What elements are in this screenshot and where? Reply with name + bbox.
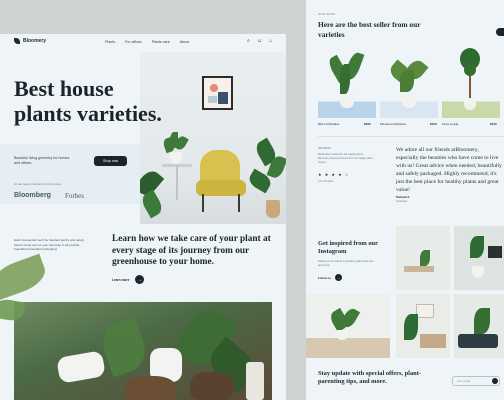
press-logos: Bloomberg Forbes <box>14 192 84 200</box>
arrow-right-icon[interactable]: → <box>334 274 342 281</box>
divider <box>318 136 504 137</box>
instagram-photo[interactable] <box>396 226 450 290</box>
nav-icons: ⌕ ☺ ⌂ <box>247 39 272 44</box>
product-card[interactable] <box>442 42 500 118</box>
rating-note: 4.9 of 5 stars <box>318 180 333 183</box>
reviews-tag: REVIEWS <box>318 146 331 150</box>
glove <box>56 350 106 384</box>
shop-now-button[interactable]: Shop now <box>94 156 127 166</box>
learn-more-label: Learn more <box>112 277 130 282</box>
product-name: Monstera Deliciosa <box>380 122 406 126</box>
instagram-photo[interactable] <box>306 294 390 358</box>
instagram-title: Get inspired from our Instagram <box>318 240 378 256</box>
logo-text: Bloomery <box>23 38 47 44</box>
bloomberg-logo: Bloomberg <box>14 192 51 199</box>
logo[interactable]: Bloomery <box>14 38 46 44</box>
shop-page: OUR SHOP Here are the best seller from o… <box>306 0 504 400</box>
user-icon[interactable]: ☺ <box>257 39 262 44</box>
product-name: Ficus Lyrata <box>442 122 459 126</box>
review-author: Pamela S <box>396 195 410 199</box>
newsletter-section: Stay update with special offers, plant-p… <box>306 362 504 400</box>
newsletter-title: Stay update with special offers, plant-p… <box>318 370 421 386</box>
instagram-photo[interactable] <box>396 294 450 358</box>
care-description: Each houseplant we'll be handled gently … <box>14 238 85 252</box>
nav-link-care[interactable]: Plants care <box>152 40 170 44</box>
nav-link-plants[interactable]: Plants <box>105 40 115 44</box>
instagram-photo[interactable] <box>454 294 504 358</box>
wall-art <box>202 76 233 110</box>
product-card[interactable] <box>380 42 438 118</box>
arrow-right-icon[interactable]: → <box>135 275 145 284</box>
gardening-photo <box>14 302 272 400</box>
press-caption: As we been mentioned in the press <box>14 182 61 186</box>
star-rating: ★ ★ ★ ★ ☆ <box>318 172 350 177</box>
follow-us-label: Follow us <box>318 275 331 280</box>
follow-us-link[interactable]: Follow us → <box>318 274 342 281</box>
top-navbar: Bloomery Plants For offices Plants care … <box>0 34 286 52</box>
product-card[interactable] <box>318 42 376 118</box>
instagram-description: Follow us for interior inspiration, plan… <box>318 260 374 267</box>
floor-pot <box>266 200 280 218</box>
submit-arrow-icon[interactable] <box>492 378 498 384</box>
instagram-section: Get inspired from our Instagram Follow u… <box>306 226 504 358</box>
home-page: Bloomery Plants For offices Plants care … <box>0 34 286 400</box>
bag-icon[interactable]: ⌂ <box>269 39 272 44</box>
bestseller-tag: OUR SHOP <box>318 12 336 16</box>
reviews-description: Read what customers are saying about Blo… <box>318 153 373 164</box>
bestseller-title: Here are the best seller from our variet… <box>318 20 421 39</box>
leaf-logo-icon <box>14 38 20 44</box>
review-author-role: Customer <box>396 200 408 203</box>
nav-links: Plants For offices Plants care About <box>105 40 189 44</box>
product-price: $120 <box>490 122 497 126</box>
carousel-next-button[interactable] <box>496 28 504 36</box>
nav-link-about[interactable]: About <box>180 40 189 44</box>
nav-link-offices[interactable]: For offices <box>125 40 142 44</box>
product-price: $290 <box>364 122 371 126</box>
hero-title: Best house plants varieties. <box>14 76 162 126</box>
product-price: $150 <box>430 122 437 126</box>
hero-subtitle: Beautiful living greenery for homes and … <box>14 156 70 165</box>
learn-more-link[interactable]: Learn more → <box>112 275 145 284</box>
forbes-logo: Forbes <box>64 192 85 200</box>
instagram-photo[interactable] <box>454 226 504 290</box>
review-quote: We adore all our friends atBloomery, esp… <box>396 147 502 193</box>
small-pot <box>170 152 182 164</box>
product-name: Bird of Paradise <box>318 122 340 126</box>
care-heading: Learn how we take care of your plant at … <box>112 234 271 267</box>
search-icon[interactable]: ⌕ <box>247 39 250 44</box>
